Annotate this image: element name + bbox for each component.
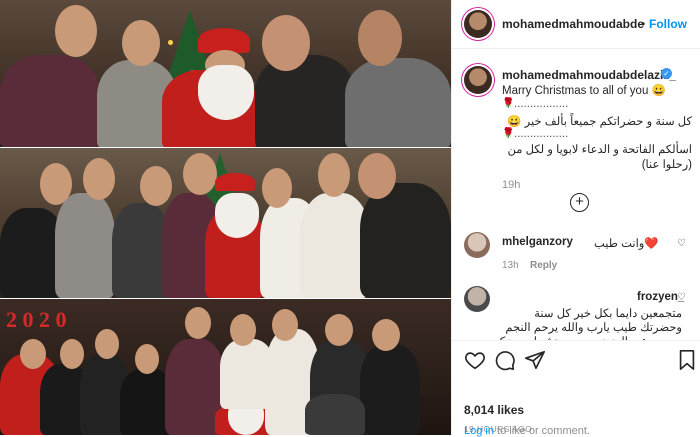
bookmark-icon[interactable]: [676, 349, 698, 371]
login-prompt: Log in to like or comment.: [464, 425, 590, 437]
caption-line-1: Marry Christmas to all of you 😀: [502, 85, 666, 97]
post-sidebar: mohamedmahmoudabde • Follow mohamedmahmo…: [451, 0, 700, 437]
decoration-2020: 2 0 2 0: [6, 307, 67, 332]
login-link[interactable]: Log in: [464, 425, 494, 437]
reply-button[interactable]: Reply: [530, 260, 557, 271]
caption-line-2: كل سنة و حضراتكم جميعاً بألف خير 😀: [507, 116, 692, 128]
commenter-avatar[interactable]: [464, 286, 490, 312]
follow-button[interactable]: Follow: [649, 17, 687, 31]
caption-time[interactable]: 19h: [502, 179, 520, 191]
comment-like-heart-icon[interactable]: ♡: [677, 292, 686, 303]
caption-avatar[interactable]: [464, 66, 492, 94]
author-avatar[interactable]: [464, 10, 492, 38]
heart-icon[interactable]: [464, 349, 486, 371]
photo-panel-middle: [0, 148, 451, 298]
verified-badge-icon: ✓: [661, 68, 672, 79]
comment-icon[interactable]: [494, 349, 516, 371]
commenter-username[interactable]: mhelganzory: [502, 236, 573, 248]
comment-like-heart-icon[interactable]: ♡: [677, 238, 686, 249]
author-username[interactable]: mohamedmahmoudabde: [502, 17, 644, 31]
caption-dots-2: .................: [514, 128, 569, 140]
comment-text-line-2: وحضرتك طيب يارب والله يرحم النجم: [505, 322, 682, 334]
separator-dot: •: [641, 17, 646, 31]
caption-dots-1: .................: [514, 98, 569, 110]
caption-username[interactable]: mohamedmahmoudabdelaziz_: [502, 68, 676, 82]
share-icon[interactable]: [524, 349, 546, 371]
caption-line-4: (رحلوا عنا): [641, 159, 692, 171]
login-prompt-text: to like or comment.: [493, 425, 590, 437]
caption-line-3: اسألكم الفاتحة و الدعاء لابويا و لكل من: [507, 144, 692, 156]
post-photo[interactable]: 2 0 2 0: [0, 0, 451, 435]
comment-text-line-1: متجمعين دايما بكل خير كل سنة: [534, 308, 682, 320]
commenter-avatar[interactable]: [464, 232, 490, 258]
comment-text: وانت طيب❤️: [594, 238, 659, 250]
post-header: mohamedmahmoudabde • Follow: [452, 0, 700, 49]
rose-icon: 🌹: [502, 98, 515, 109]
photo-panel-top: [0, 0, 451, 147]
likes-count[interactable]: 8,014 likes: [464, 403, 524, 417]
rose-icon: 🌹: [502, 128, 515, 139]
comment-time: 13h: [502, 260, 519, 271]
load-more-comments-plus-circle-icon[interactable]: +: [570, 193, 589, 212]
photo-panel-bottom: 2 0 2 0: [0, 299, 451, 435]
post-actions: 8,014 likes 19 HOURS AGO: [452, 340, 700, 436]
